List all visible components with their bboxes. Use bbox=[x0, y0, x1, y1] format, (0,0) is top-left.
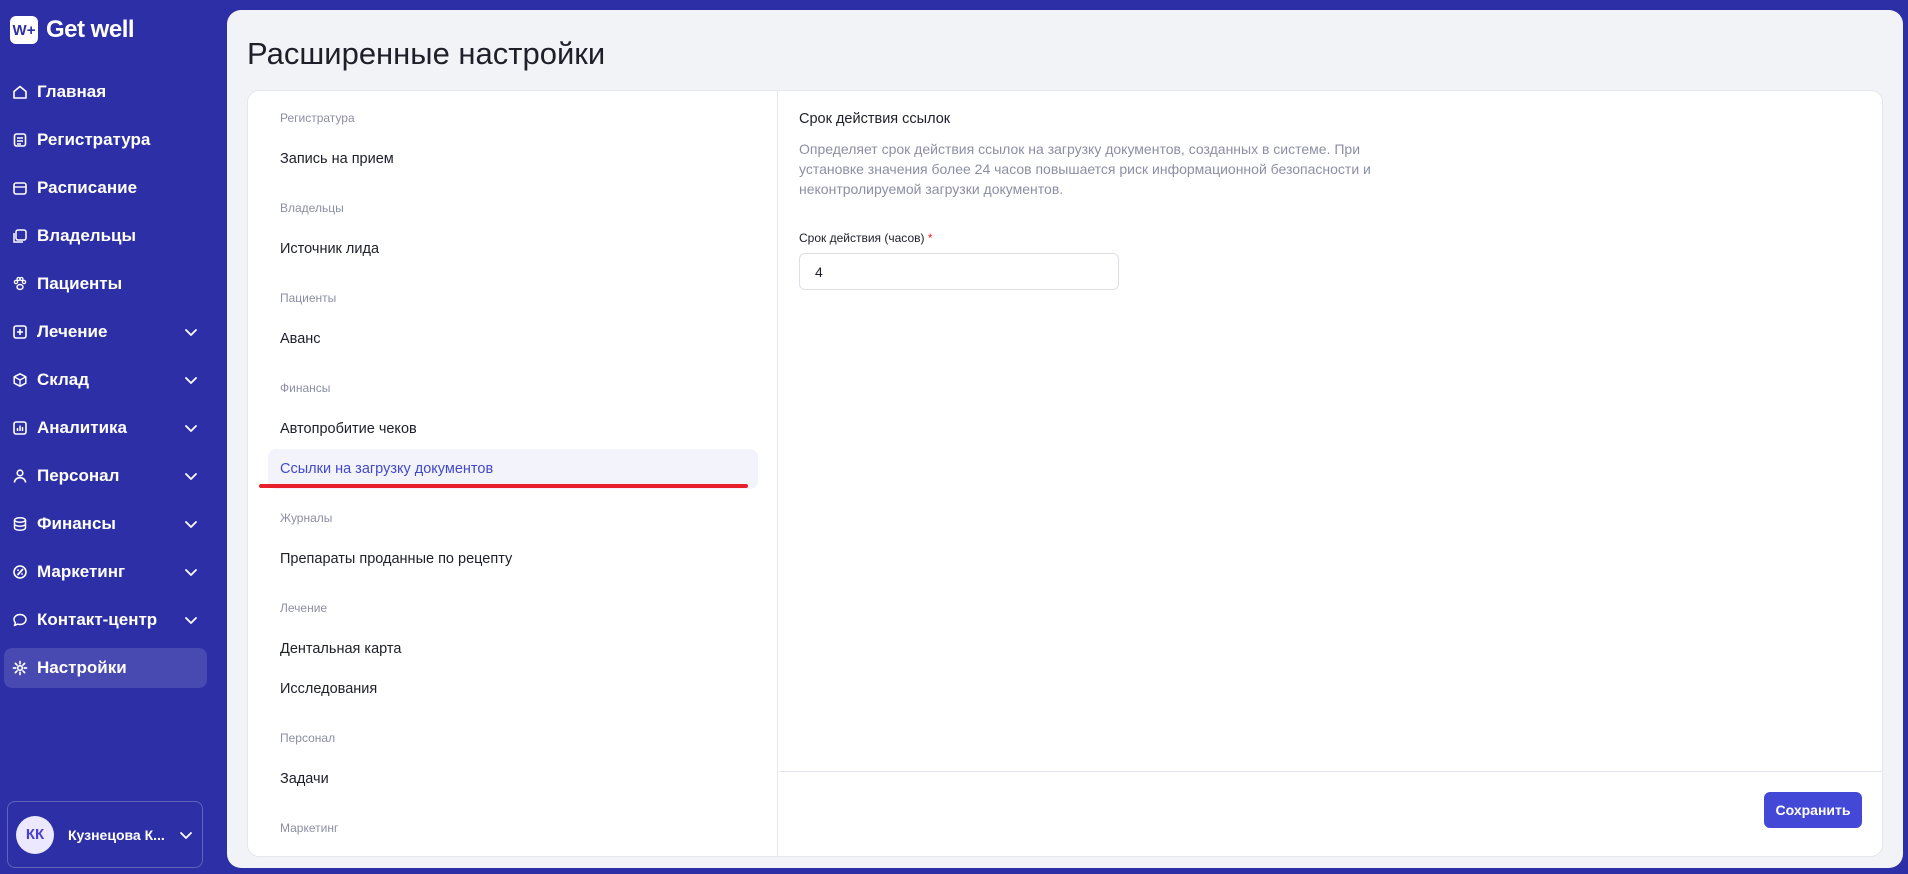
panel-footer: Сохранить bbox=[779, 771, 1882, 856]
sidebar-item-label: Финансы bbox=[37, 514, 116, 533]
settings-group-title: Маркетинг bbox=[280, 821, 339, 835]
owners-icon bbox=[12, 228, 28, 244]
field-label: Срок действия (часов) * bbox=[799, 231, 933, 245]
sidebar-item-label: Главная bbox=[37, 82, 107, 101]
chevron-down-icon[interactable] bbox=[183, 612, 199, 628]
settings-group: Владельцы Источник лида bbox=[268, 201, 777, 269]
settings-panel: Срок действия ссылок Определяет срок дей… bbox=[779, 91, 1882, 856]
sidebar-item-label: Лечение bbox=[37, 322, 108, 341]
marketing-icon bbox=[12, 564, 28, 580]
sidebar-item-6[interactable]: Склад bbox=[4, 360, 207, 400]
sidebar-item-1[interactable]: Регистратура bbox=[4, 120, 207, 160]
sidebar-item-7[interactable]: Аналитика bbox=[4, 408, 207, 448]
sidebar-item-4[interactable]: Пациенты bbox=[4, 264, 207, 304]
sidebar-item-10[interactable]: Маркетинг bbox=[4, 552, 207, 592]
annotation-underline bbox=[259, 484, 748, 488]
settings-item[interactable]: Автопробитие чеков bbox=[268, 409, 758, 449]
person-icon bbox=[12, 468, 28, 484]
settings-group-title: Владельцы bbox=[280, 201, 344, 215]
settings-group: Пациенты Аванс bbox=[268, 291, 777, 359]
main-content: Расширенные настройки Регистратура Запись… bbox=[227, 10, 1903, 868]
sidebar-item-2[interactable]: Расписание bbox=[4, 168, 207, 208]
link-expiry-hours-input[interactable] bbox=[799, 253, 1119, 290]
user-name: Кузнецова К... bbox=[68, 826, 165, 843]
chat-icon bbox=[12, 612, 28, 628]
field-label-text: Срок действия (часов) bbox=[799, 231, 925, 245]
save-button[interactable]: Сохранить bbox=[1764, 792, 1862, 828]
sidebar-item-0[interactable]: Главная bbox=[4, 72, 207, 112]
home-icon bbox=[12, 84, 28, 100]
settings-group: Финансы Автопробитие чеков Ссылки на загру… bbox=[268, 381, 777, 489]
paw-icon bbox=[12, 276, 28, 292]
chevron-down-icon[interactable] bbox=[183, 468, 199, 484]
sidebar-item-5[interactable]: Лечение bbox=[4, 312, 207, 352]
sidebar-item-3[interactable]: Владельцы bbox=[4, 216, 207, 256]
panel-description: Определяет срок действия ссылок на загру… bbox=[799, 141, 1371, 197]
settings-item[interactable]: Дентальная карта bbox=[268, 629, 758, 669]
chevron-down-icon[interactable] bbox=[183, 420, 199, 436]
required-mark: * bbox=[927, 231, 933, 245]
page-title: Расширенные настройки bbox=[247, 36, 606, 71]
database-icon bbox=[12, 516, 28, 532]
settings-card: Регистратура Запись на прием Владельцы Исто… bbox=[247, 90, 1883, 857]
settings-item[interactable]: Запись на прием bbox=[268, 139, 758, 179]
settings-item[interactable]: Купоны bbox=[268, 849, 758, 856]
settings-item[interactable]: Аванс bbox=[268, 319, 758, 359]
chevron-down-icon bbox=[180, 831, 192, 839]
logo-mark-icon: W+ bbox=[10, 16, 38, 44]
settings-nav: Регистратура Запись на прием Владельцы Исто… bbox=[248, 91, 778, 856]
user-menu[interactable]: КК Кузнецова К... bbox=[7, 801, 203, 868]
box-icon bbox=[12, 372, 28, 388]
settings-group: Журналы Препараты проданные по рецепту bbox=[268, 511, 777, 579]
sidebar-item-label: Маркетинг bbox=[37, 562, 126, 581]
sidebar-item-label: Контакт-центр bbox=[37, 610, 158, 629]
chevron-down-icon[interactable] bbox=[183, 324, 199, 340]
settings-group-title: Персонал bbox=[280, 731, 336, 745]
sidebar-item-11[interactable]: Контакт-центр bbox=[4, 600, 207, 640]
main-nav: Главная Регистратура Расписание Владельцы Па… bbox=[4, 72, 207, 696]
sidebar-item-label: Расписание bbox=[37, 178, 138, 197]
settings-group: Персонал Задачи bbox=[268, 731, 777, 799]
settings-item[interactable]: Ссылки на загрузку документов bbox=[268, 449, 758, 489]
chevron-down-icon[interactable] bbox=[183, 516, 199, 532]
sidebar-item-label: Пациенты bbox=[37, 274, 123, 293]
chevron-down-icon[interactable] bbox=[183, 564, 199, 580]
settings-group-title: Журналы bbox=[280, 511, 333, 525]
sidebar-item-9[interactable]: Финансы bbox=[4, 504, 207, 544]
settings-item[interactable]: Задачи bbox=[268, 759, 758, 799]
avatar: КК bbox=[16, 815, 54, 854]
settings-group-title: Пациенты bbox=[280, 291, 337, 305]
sidebar-item-label: Настройки bbox=[37, 658, 127, 677]
chart-icon bbox=[12, 420, 28, 436]
registry-icon bbox=[12, 132, 28, 148]
panel-title: Срок действия ссылок bbox=[799, 111, 951, 127]
brand-name: Get well bbox=[46, 16, 135, 43]
sidebar-item-label: Персонал bbox=[37, 466, 120, 485]
calendar-icon bbox=[12, 180, 28, 196]
settings-group: Маркетинг Купоны bbox=[268, 821, 777, 856]
settings-group: Регистратура Запись на прием bbox=[268, 111, 777, 179]
settings-group-title: Финансы bbox=[280, 381, 331, 395]
settings-group-title: Регистратура bbox=[280, 111, 355, 125]
sidebar-item-label: Владельцы bbox=[37, 226, 136, 245]
settings-group-title: Лечение bbox=[280, 601, 328, 615]
settings-group: Лечение Дентальная карта Исследования bbox=[268, 601, 777, 709]
logo[interactable]: W+ Get well bbox=[10, 16, 135, 44]
gear-icon bbox=[12, 660, 28, 676]
settings-item[interactable]: Источник лида bbox=[268, 229, 758, 269]
sidebar-item-label: Регистратура bbox=[37, 130, 151, 149]
sidebar-item-label: Склад bbox=[37, 370, 90, 389]
sidebar-item-12[interactable]: Настройки bbox=[4, 648, 207, 688]
sidebar-item-8[interactable]: Персонал bbox=[4, 456, 207, 496]
sidebar-item-label: Аналитика bbox=[37, 418, 127, 437]
settings-item[interactable]: Препараты проданные по рецепту bbox=[268, 539, 758, 579]
chevron-down-icon[interactable] bbox=[183, 372, 199, 388]
settings-item[interactable]: Исследования bbox=[268, 669, 758, 709]
medical-plus-icon bbox=[12, 324, 28, 340]
sidebar: W+ Get well Главная Регистратура Расписани… bbox=[0, 0, 220, 874]
